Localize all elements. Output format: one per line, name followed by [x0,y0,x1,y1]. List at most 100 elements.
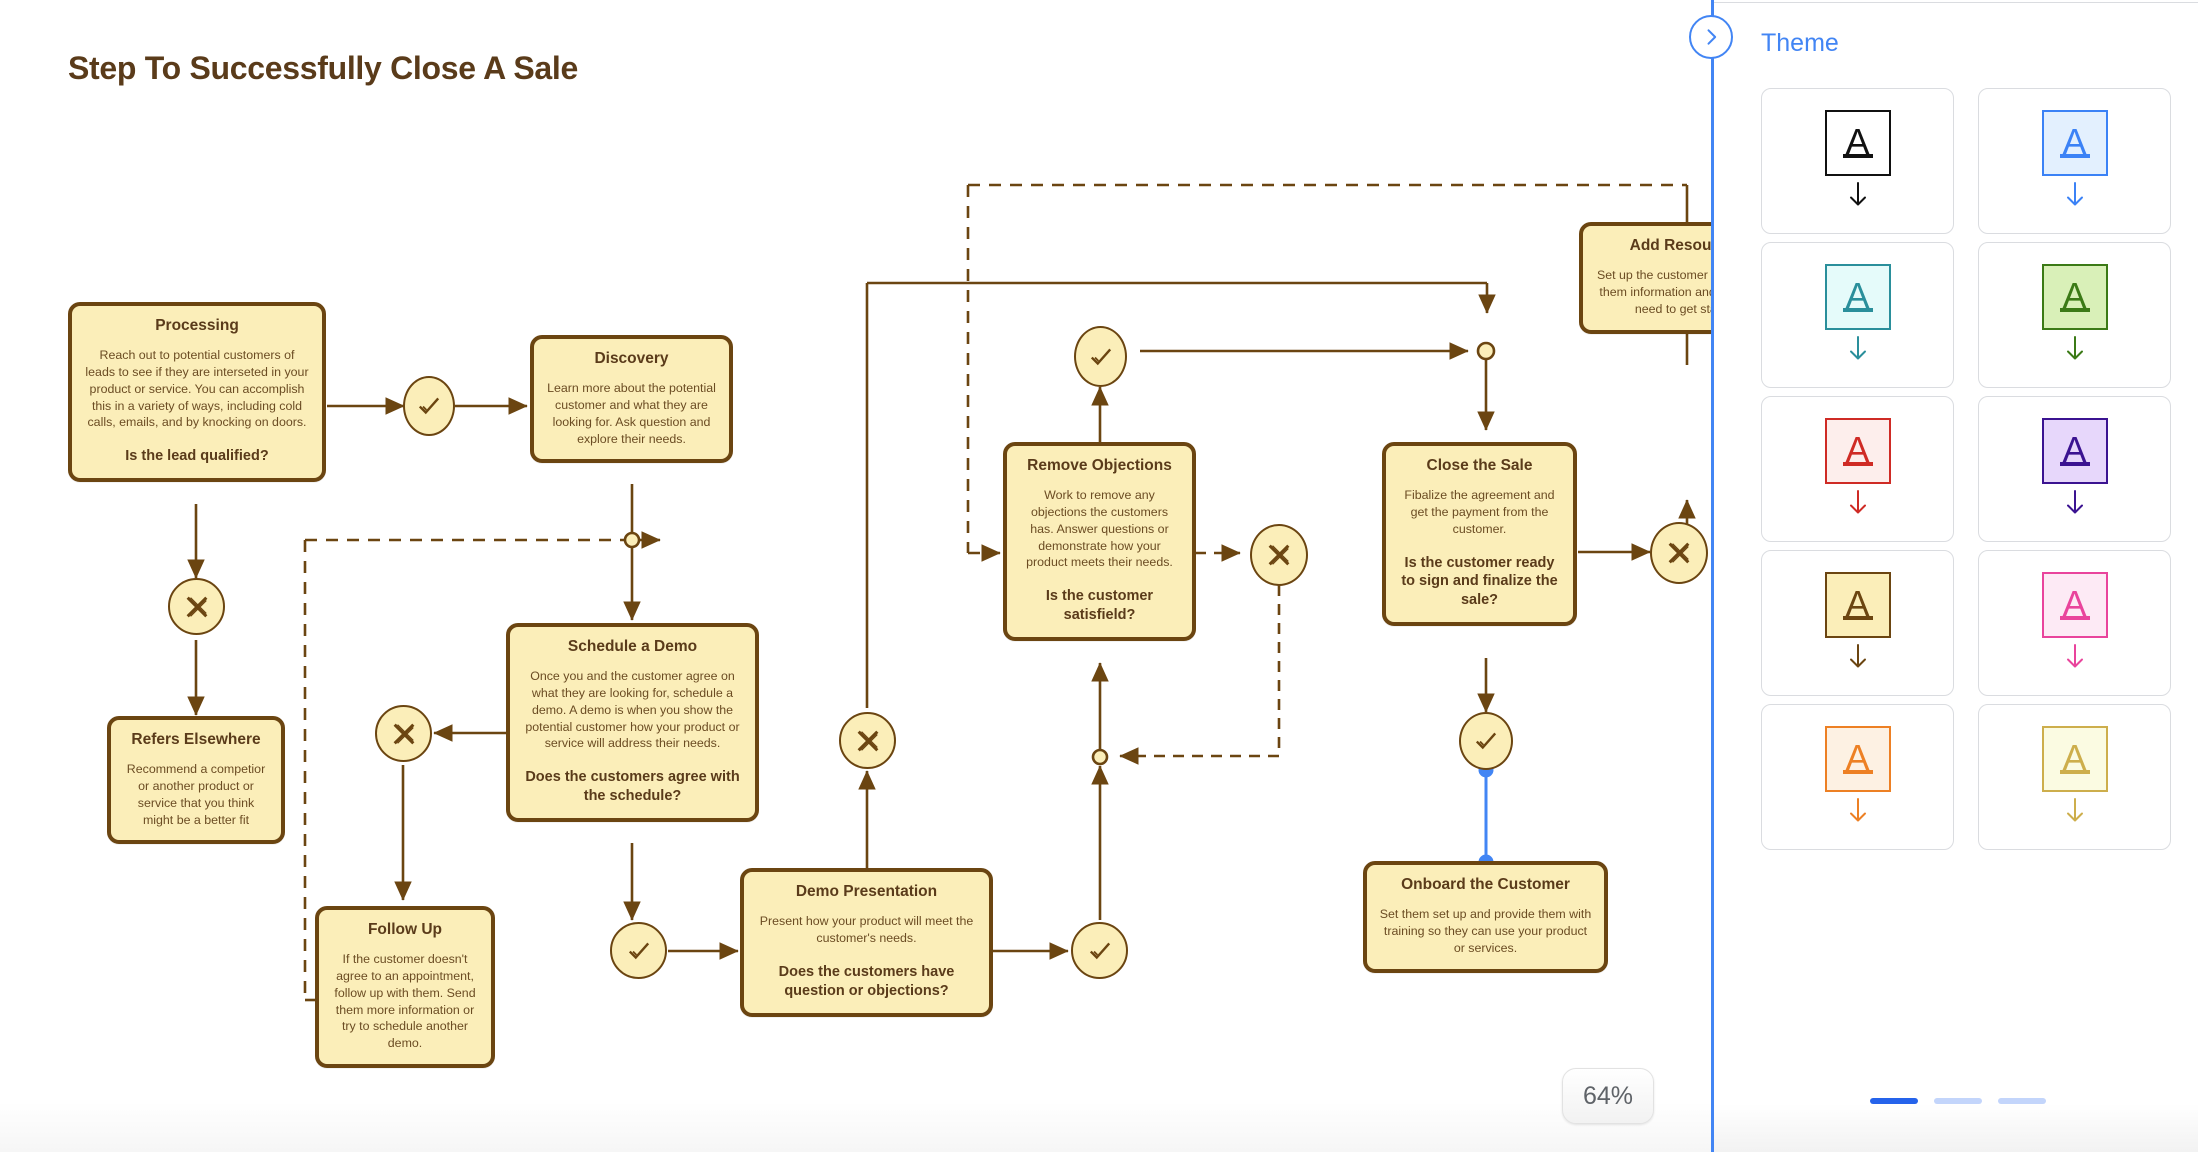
node-body: Set them set up and provide them with tr… [1379,907,1592,955]
arrow-down-icon [1846,643,1870,675]
node-follow-up[interactable]: Follow Up If the customer doesn't agree … [315,906,495,1068]
node-title: Demo Presentation [795,883,938,900]
cross-icon [1668,542,1690,564]
theme-swatch-orange: A [1824,725,1891,792]
theme-card-purple[interactable]: A [1978,396,2171,542]
theme-card-yellow[interactable]: A [1978,704,2171,850]
theme-underline [1842,462,1873,466]
theme-card-orange[interactable]: A [1761,704,1954,850]
node-question: Is the customer ready to sign and finali… [1401,554,1558,609]
node-body: Once you and the customer agree on what … [525,669,740,751]
theme-card-amber[interactable]: A [1761,550,1954,696]
gateway-check-schedule-to-demo[interactable] [610,922,667,979]
pager-dot-2[interactable] [1933,1098,1982,1104]
node-question: Is the lead qualified? [125,448,269,465]
theme-swatch-blue: A [2041,109,2108,176]
theme-swatch-pink: A [2041,571,2108,638]
panel-collapse-toggle[interactable] [1689,15,1733,59]
cross-icon [857,730,878,751]
node-body: Work to remove any objections the custom… [1026,488,1173,570]
node-title: Schedule a Demo [567,638,698,655]
theme-swatch-red: A [1824,417,1891,484]
node-body: Fibalize the agreement and get the payme… [1404,488,1555,536]
check-icon [1089,942,1110,959]
pager-dot-3[interactable] [1997,1098,2046,1104]
panel-divider [1714,2,2198,3]
chevron-right-icon [1707,29,1717,45]
gateway-cross-remove-objections-right[interactable] [1250,524,1308,586]
theme-card-green[interactable]: A [1978,242,2171,388]
node-remove-objections[interactable]: Remove Objections Work to remove any obj… [1003,442,1196,641]
node-processing[interactable]: Processing Reach out to potential custom… [68,302,326,482]
arrow-down-icon [1846,181,1870,213]
theme-panel: Theme A A A A A A A A A A [1689,0,2198,1152]
check-icon [1475,732,1497,750]
arrow-down-icon [2063,181,2087,213]
node-refers-elsewhere[interactable]: Refers Elsewhere Recommend a competior o… [107,716,285,845]
node-schedule-a-demo[interactable]: Schedule a Demo Once you and the custome… [506,623,759,822]
theme-card-teal[interactable]: A [1761,242,1954,388]
theme-underline [2059,770,2090,774]
node-body: If the customer doesn't agree to an appo… [334,952,476,1051]
theme-swatch-teal: A [1824,263,1891,330]
theme-underline [2059,616,2090,620]
arrow-down-icon [2063,489,2087,521]
arrow-down-icon [2063,797,2087,829]
gateway-cross-demo-presentation-left[interactable] [839,712,896,769]
diagram-canvas[interactable]: Step To Successfully Close A Sale Proces… [0,0,1711,1152]
node-body: Present how your product will meet the c… [759,914,974,946]
check-icon [628,942,649,959]
node-question: Does the customers agree with the schedu… [525,769,740,804]
panel-title: Theme [1761,29,1839,57]
theme-card-blue[interactable]: A [1978,88,2171,234]
check-icon [418,397,440,415]
theme-card-pink[interactable]: A [1978,550,2171,696]
node-body: Learn more about the potential customer … [547,381,716,446]
pager-dot-1[interactable] [1869,1098,1918,1104]
theme-underline [1842,616,1873,620]
check-icon [1090,348,1111,365]
node-title: Follow Up [367,921,443,938]
theme-swatch-purple: A [2041,417,2108,484]
arrow-down-icon [1846,797,1870,829]
node-title: Refers Elsewhere [131,731,261,748]
theme-underline [2059,308,2090,312]
node-onboard-the-customer[interactable]: Onboard the Customer Set them set up and… [1363,861,1608,973]
theme-underline [1842,308,1873,312]
theme-underline [1842,770,1873,774]
arrow-down-icon [2063,335,2087,367]
arrow-down-icon [1846,489,1870,521]
theme-underline [2059,462,2090,466]
node-title: Remove Objections [1027,457,1172,474]
arrow-down-icon [2063,643,2087,675]
theme-swatch-yellow: A [2041,725,2108,792]
theme-card-black[interactable]: A [1761,88,1954,234]
gateway-check-processing-to-discovery[interactable] [403,376,455,436]
gateway-cross-processing-to-refers[interactable] [168,578,225,635]
node-demo-presentation[interactable]: Demo Presentation Present how your produ… [740,868,993,1017]
gateway-check-close-to-onboard[interactable] [1459,712,1513,770]
theme-swatch-amber: A [1824,571,1891,638]
theme-card-red[interactable]: A [1761,396,1954,542]
node-discovery[interactable]: Discovery Learn more about the potential… [530,335,733,464]
theme-pager [1714,1098,2198,1104]
gateway-check-remove-objections-to-close[interactable] [1074,326,1127,387]
theme-underline [1842,154,1873,158]
node-body: Set up the customer and provide them inf… [1596,268,1711,316]
gateway-check-demo-to-remove-objections[interactable] [1071,922,1128,979]
node-add-resources[interactable]: Add Resources Set up the customer and pr… [1579,222,1711,334]
node-title: Processing [155,317,239,334]
node-close-the-sale[interactable]: Close the Sale Fibalize the agreement an… [1382,442,1577,627]
node-title: Add Resources [1629,237,1711,254]
node-title: Close the Sale [1426,457,1533,474]
gateway-cross-close-the-sale-right[interactable] [1650,522,1708,584]
zoom-level-badge[interactable]: 64% [1562,1068,1654,1124]
node-title: Discovery [594,350,669,367]
cross-icon [186,596,207,617]
gateway-cross-schedule-to-followup[interactable] [375,705,432,762]
panel-bottom-fade [1714,1104,2198,1152]
cross-icon [393,723,414,744]
theme-swatch-black: A [1824,109,1891,176]
arrow-down-icon [1846,335,1870,367]
cross-icon [1268,544,1290,566]
